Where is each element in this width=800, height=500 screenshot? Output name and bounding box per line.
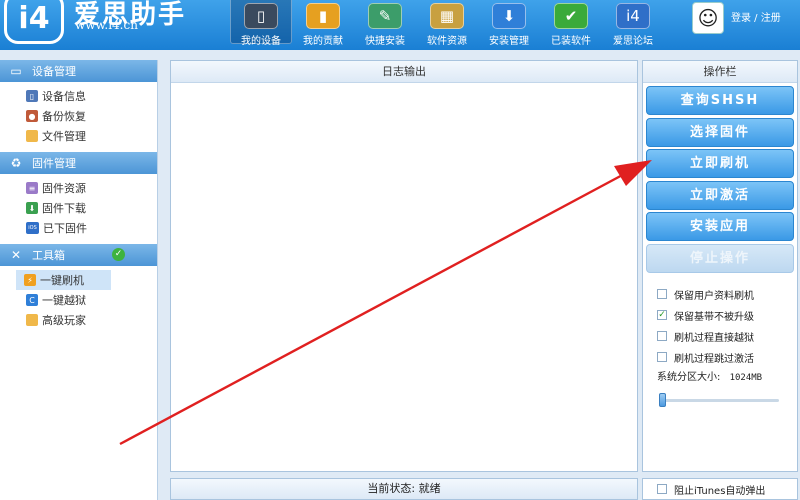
operation-button[interactable]: 立即激活 — [646, 180, 794, 210]
nav-chart[interactable]: ▮ 我的贡献 — [292, 0, 354, 47]
sidebar-item[interactable]: ⬇ 固件下载 — [0, 198, 157, 218]
flash-option[interactable]: 刷机过程直接越狱 — [657, 328, 754, 344]
operation-button[interactable]: 立即刷机 — [646, 149, 794, 179]
log-output-area[interactable] — [171, 84, 637, 471]
operation-button: 停止操作 — [646, 244, 794, 273]
logo-url: www.i4.cn — [75, 18, 138, 32]
firmware-download-icon: ⬇ — [26, 202, 38, 214]
flash-icon: ⚡ — [24, 274, 36, 286]
status-bar: 当前状态: 就绪 — [170, 478, 638, 500]
log-panel-title: 日志输出 — [171, 61, 637, 83]
option-checkbox[interactable] — [657, 331, 667, 341]
option-checkbox[interactable]: ✓ — [657, 310, 667, 320]
partition-size-row: 系统分区大小: 1024MB — [657, 368, 762, 383]
option-checkbox[interactable] — [657, 289, 667, 299]
sidebar-section-1[interactable]: ♻ 固件管理 — [0, 152, 157, 174]
nav-label: 爱思论坛 — [613, 36, 653, 47]
nav-apps[interactable]: ▦ 软件资源 — [416, 0, 478, 47]
sidebar-section-title: 固件管理 — [32, 157, 76, 170]
forum-icon: i4 — [616, 3, 650, 29]
partition-size-slider[interactable] — [659, 393, 779, 407]
login-register-link[interactable]: 登录 / 注册 — [731, 9, 781, 24]
operations-panel-title: 操作栏 — [643, 61, 797, 83]
partition-size-label: 系统分区大小: — [657, 372, 721, 383]
backup-icon: ● — [26, 110, 38, 122]
advanced-folder-icon — [26, 314, 38, 326]
sidebar-section-0[interactable]: ▭ 设备管理 — [0, 60, 157, 82]
download-icon: ⬇ — [492, 3, 526, 29]
sidebar-item[interactable]: 高级玩家 — [0, 310, 157, 330]
option-checkbox[interactable] — [657, 352, 667, 362]
nav-tools[interactable]: ✎ 快捷安装 — [354, 0, 416, 47]
option-label: 保留基带不被升级 — [674, 311, 754, 323]
check-badge-icon: ✓ — [112, 248, 125, 261]
sidebar-item[interactable]: C 一键越狱 — [0, 290, 157, 310]
sidebar-item-label: 文件管理 — [42, 130, 86, 143]
option-label: 保留用户资料刷机 — [674, 290, 754, 302]
sidebar-item-label: 一键刷机 — [40, 274, 84, 287]
option-label: 刷机过程跳过激活 — [674, 353, 754, 365]
nav-label: 安装管理 — [489, 36, 529, 47]
operations-panel: 操作栏 系统分区大小: 1024MB 查询SHSH 选择固件 立即刷机 立即激活 安装应… — [642, 60, 798, 472]
firmware-res-icon: ≡ — [26, 182, 38, 194]
nav-phone[interactable]: ▯ 我的设备 — [230, 0, 292, 47]
folder-icon — [26, 130, 38, 142]
monitor-icon: ▭ — [10, 64, 22, 78]
nav-installed[interactable]: ✔ 已装软件 — [540, 0, 602, 47]
chart-icon: ▮ — [306, 3, 340, 29]
slider-handle[interactable] — [659, 393, 666, 407]
operation-button[interactable]: 选择固件 — [646, 117, 794, 147]
flash-option[interactable]: ✓ 保留基带不被升级 — [657, 307, 754, 323]
itunes-option-label: 阻止iTunes自动弹出 — [674, 485, 766, 497]
sidebar-section-title: 工具箱 — [32, 249, 65, 262]
firmware-icon: ♻ — [10, 156, 22, 170]
phone-icon: ▯ — [244, 3, 278, 29]
sidebar-item[interactable]: ▯ 设备信息 — [0, 86, 157, 106]
sidebar-item-label: 备份恢复 — [42, 110, 86, 123]
app-header: i4 爱思助手 www.i4.cn ▯ 我的设备 ▮ 我的贡献 ✎ 快捷安装 ▦ 软件资源 ⬇ 安… — [0, 0, 800, 50]
logo: i4 爱思助手 www.i4.cn — [0, 0, 200, 50]
flash-option[interactable]: 刷机过程跳过激活 — [657, 349, 754, 365]
flash-option[interactable]: 保留用户资料刷机 — [657, 286, 754, 302]
main-nav: ▯ 我的设备 ▮ 我的贡献 ✎ 快捷安装 ▦ 软件资源 ⬇ 安装管理 ✔ 已装软件 i4 爱思论坛 — [230, 0, 664, 50]
nav-download[interactable]: ⬇ 安装管理 — [478, 0, 540, 47]
nav-label: 快捷安装 — [365, 36, 405, 47]
nav-label: 已装软件 — [551, 36, 591, 47]
sidebar-item[interactable]: ⚡ 一键刷机 — [16, 270, 111, 290]
toolbox-icon: ✕ — [10, 248, 22, 262]
sidebar-item-label: 设备信息 — [42, 90, 86, 103]
apps-icon: ▦ — [430, 3, 464, 29]
operation-button[interactable]: 查询SHSH — [646, 86, 794, 115]
sidebar: ▭ 设备管理 ▯ 设备信息 ● 备份恢复 文件管理 ♻ 固件管理 ≡ 固件资源 ⬇ 固件下载 iOS 已下固… — [0, 60, 158, 500]
sidebar-item[interactable]: ≡ 固件资源 — [0, 178, 157, 198]
installed-icon: ✔ — [554, 3, 588, 29]
itunes-option[interactable]: 阻止iTunes自动弹出 — [642, 478, 798, 500]
sidebar-item-label: 固件资源 — [42, 182, 86, 195]
sidebar-item[interactable]: iOS 已下固件 — [0, 218, 157, 238]
nav-label: 软件资源 — [427, 36, 467, 47]
sidebar-item-label: 高级玩家 — [42, 314, 86, 327]
sidebar-item[interactable]: ● 备份恢复 — [0, 106, 157, 126]
partition-size-value: 1024MB — [729, 373, 763, 383]
sidebar-section-2[interactable]: ✕ 工具箱 ✓ — [0, 244, 157, 266]
nav-label: 我的设备 — [241, 36, 281, 47]
nav-forum[interactable]: i4 爱思论坛 — [602, 0, 664, 47]
itunes-checkbox[interactable] — [657, 484, 667, 494]
sidebar-item[interactable]: 文件管理 — [0, 126, 157, 146]
nav-label: 我的贡献 — [303, 36, 343, 47]
sidebar-section-title: 设备管理 — [32, 65, 76, 78]
sidebar-item-label: 已下固件 — [43, 222, 87, 235]
option-label: 刷机过程直接越狱 — [674, 332, 754, 344]
logo-badge: i4 — [4, 0, 64, 44]
tools-icon: ✎ — [368, 3, 402, 29]
log-panel: 日志输出 — [170, 60, 638, 472]
device-info-icon: ▯ — [26, 90, 38, 102]
sidebar-item-label: 一键越狱 — [42, 294, 86, 307]
ios-icon: iOS — [26, 222, 39, 234]
jailbreak-icon: C — [26, 294, 38, 306]
operation-button[interactable]: 安装应用 — [646, 212, 794, 242]
user-avatar[interactable]: ☺ — [692, 2, 724, 34]
sidebar-item-label: 固件下载 — [42, 202, 86, 215]
